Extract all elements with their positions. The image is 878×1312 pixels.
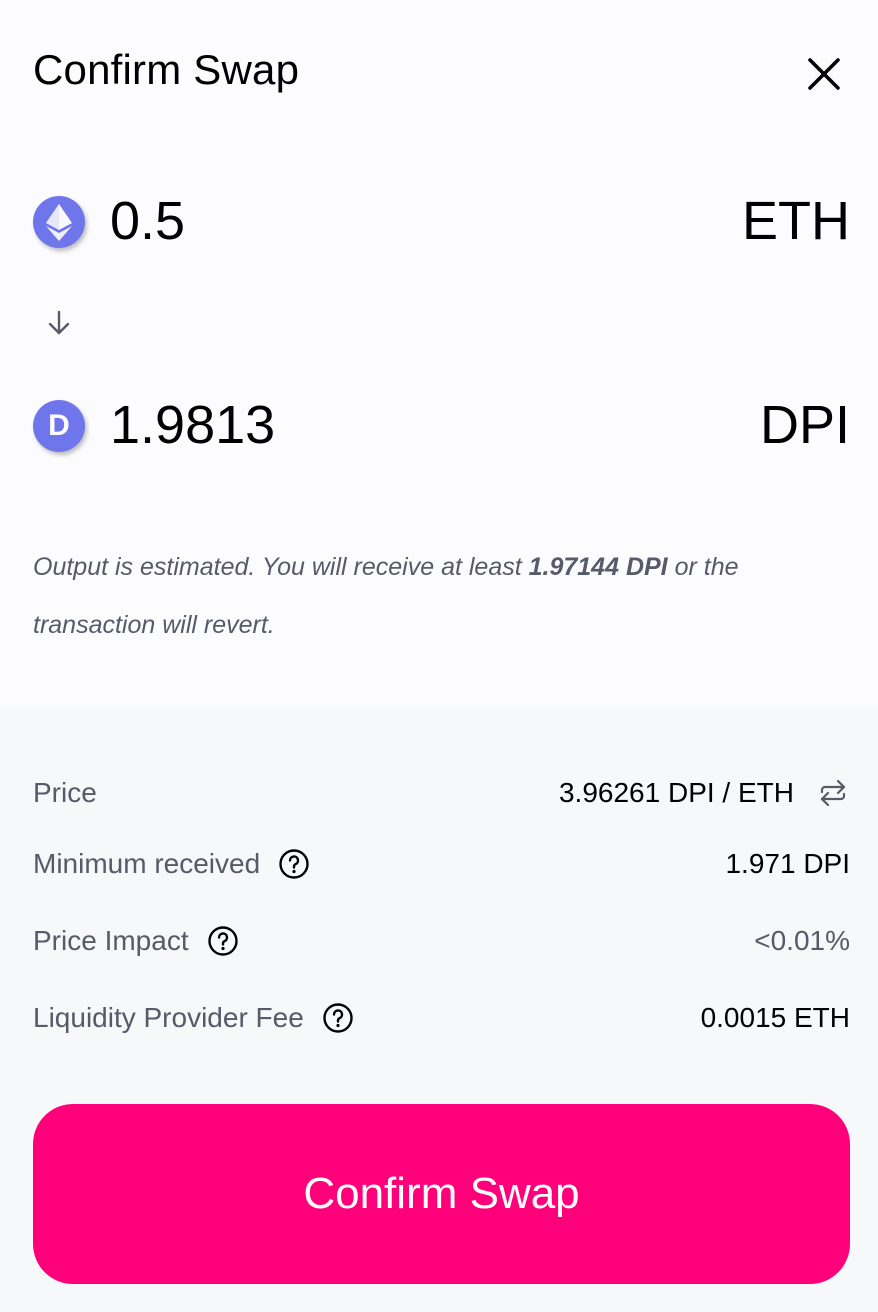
swap-arrows-icon[interactable] (816, 776, 850, 810)
arrow-down-icon (48, 310, 70, 335)
estimate-note-amount: 1.97144 DPI (528, 553, 668, 581)
input-token-row: 0.5 ETH (0, 182, 878, 262)
lp-fee-row: Liquidity Provider Fee 0.0015 ETH (33, 993, 850, 1043)
output-token-symbol: DPI (759, 395, 850, 455)
lp-fee-label: Liquidity Provider Fee (33, 1002, 304, 1033)
price-value: 3.96261 DPI / ETH (558, 777, 794, 808)
input-amount: 0.5 (110, 191, 186, 251)
modal-title: Confirm Swap (33, 46, 300, 93)
swap-summary-section: Confirm Swap 0.5 ETH D 1.9813 DPI Output… (0, 0, 878, 706)
dpi-icon: D (33, 400, 85, 452)
price-row: Price 3.96261 DPI / ETH (33, 768, 850, 818)
output-token-row: D 1.9813 DPI (0, 386, 878, 466)
lp-fee-label-wrap: Liquidity Provider Fee (33, 1002, 354, 1034)
question-icon[interactable] (207, 925, 239, 957)
price-impact-value: <0.01% (754, 925, 850, 956)
minimum-received-label: Minimum received (33, 848, 261, 879)
close-button[interactable] (796, 46, 852, 102)
confirm-swap-button[interactable]: Confirm Swap (33, 1104, 850, 1284)
confirm-swap-modal: Confirm Swap 0.5 ETH D 1.9813 DPI Output… (0, 0, 878, 1312)
minimum-received-label-wrap: Minimum received (33, 848, 310, 880)
minimum-received-value: 1.971 DPI (725, 848, 850, 879)
minimum-received-row: Minimum received 1.971 DPI (33, 839, 850, 889)
lp-fee-value: 0.0015 ETH (700, 1002, 850, 1033)
price-impact-row: Price Impact <0.01% (33, 916, 850, 966)
price-value-wrap: 3.96261 DPI / ETH (559, 776, 850, 810)
eth-icon (33, 196, 85, 248)
estimate-note-prefix: Output is estimated. You will receive at… (33, 553, 529, 581)
question-icon[interactable] (278, 848, 310, 880)
question-icon[interactable] (322, 1002, 354, 1034)
input-token-symbol: ETH (742, 191, 850, 251)
estimate-note: Output is estimated. You will receive at… (33, 538, 853, 654)
price-label: Price (33, 777, 97, 808)
close-icon (808, 58, 840, 90)
price-impact-label-wrap: Price Impact (33, 925, 239, 957)
dpi-icon-letter: D (48, 409, 70, 442)
price-impact-label: Price Impact (33, 925, 189, 956)
output-amount: 1.9813 (110, 395, 276, 455)
